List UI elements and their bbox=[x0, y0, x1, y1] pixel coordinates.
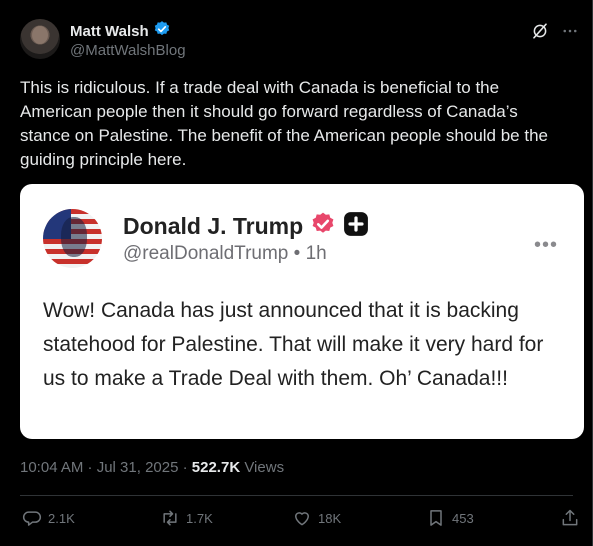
tweet-meta: 10:04 AM · Jul 31, 2025 · 522.7K Views bbox=[20, 459, 284, 476]
reply-button[interactable]: 2.1K bbox=[22, 508, 75, 528]
reply-count: 2.1K bbox=[48, 510, 75, 526]
like-button[interactable]: 18K bbox=[292, 508, 341, 528]
repost-button[interactable]: 1.7K bbox=[160, 508, 213, 528]
header-actions bbox=[531, 22, 579, 45]
embedded-post-more-icon: ••• bbox=[533, 234, 558, 256]
embedded-post-text: Wow! Canada has just announced that it i… bbox=[43, 299, 544, 390]
bookmark-count: 453 bbox=[452, 510, 474, 526]
tweet-text: This is ridiculous. If a trade deal with… bbox=[20, 78, 548, 169]
divider bbox=[20, 495, 573, 496]
share-button[interactable] bbox=[560, 508, 580, 528]
bookmark-button[interactable]: 453 bbox=[426, 508, 474, 528]
tweet-timestamp[interactable]: 10:04 AM · Jul 31, 2025 · bbox=[20, 459, 192, 476]
verified-badge-icon[interactable] bbox=[153, 20, 171, 43]
plus-badge-icon bbox=[343, 211, 369, 242]
embedded-post-name-row: Donald J. Trump bbox=[123, 211, 369, 242]
reply-icon bbox=[22, 508, 42, 528]
share-icon bbox=[560, 508, 580, 528]
embedded-post-name: Donald J. Trump bbox=[123, 213, 304, 239]
views-count: 522.7K bbox=[191, 459, 241, 476]
views-label: Views bbox=[240, 459, 285, 476]
author-handle[interactable]: @MattWalshBlog bbox=[70, 42, 186, 59]
action-bar: 2.1K 1.7K 18K 453 bbox=[22, 508, 582, 532]
repost-icon bbox=[160, 508, 180, 528]
pink-verified-badge-icon bbox=[310, 211, 336, 242]
heart-icon bbox=[292, 508, 312, 528]
author-name[interactable]: Matt Walsh bbox=[70, 23, 149, 40]
author-name-row: Matt Walsh bbox=[70, 20, 171, 43]
embedded-post-card[interactable]: Donald J. Trump @realDonaldTrump • 1h ••… bbox=[20, 184, 584, 439]
embedded-post-avatar bbox=[43, 209, 102, 268]
grok-icon[interactable] bbox=[531, 22, 549, 45]
author-avatar[interactable] bbox=[20, 19, 60, 59]
embedded-post-handle-time: @realDonaldTrump • 1h bbox=[123, 243, 327, 264]
bookmark-icon bbox=[426, 508, 446, 528]
more-options-icon[interactable] bbox=[561, 22, 579, 45]
like-count: 18K bbox=[318, 510, 342, 526]
repost-count: 1.7K bbox=[186, 510, 213, 526]
